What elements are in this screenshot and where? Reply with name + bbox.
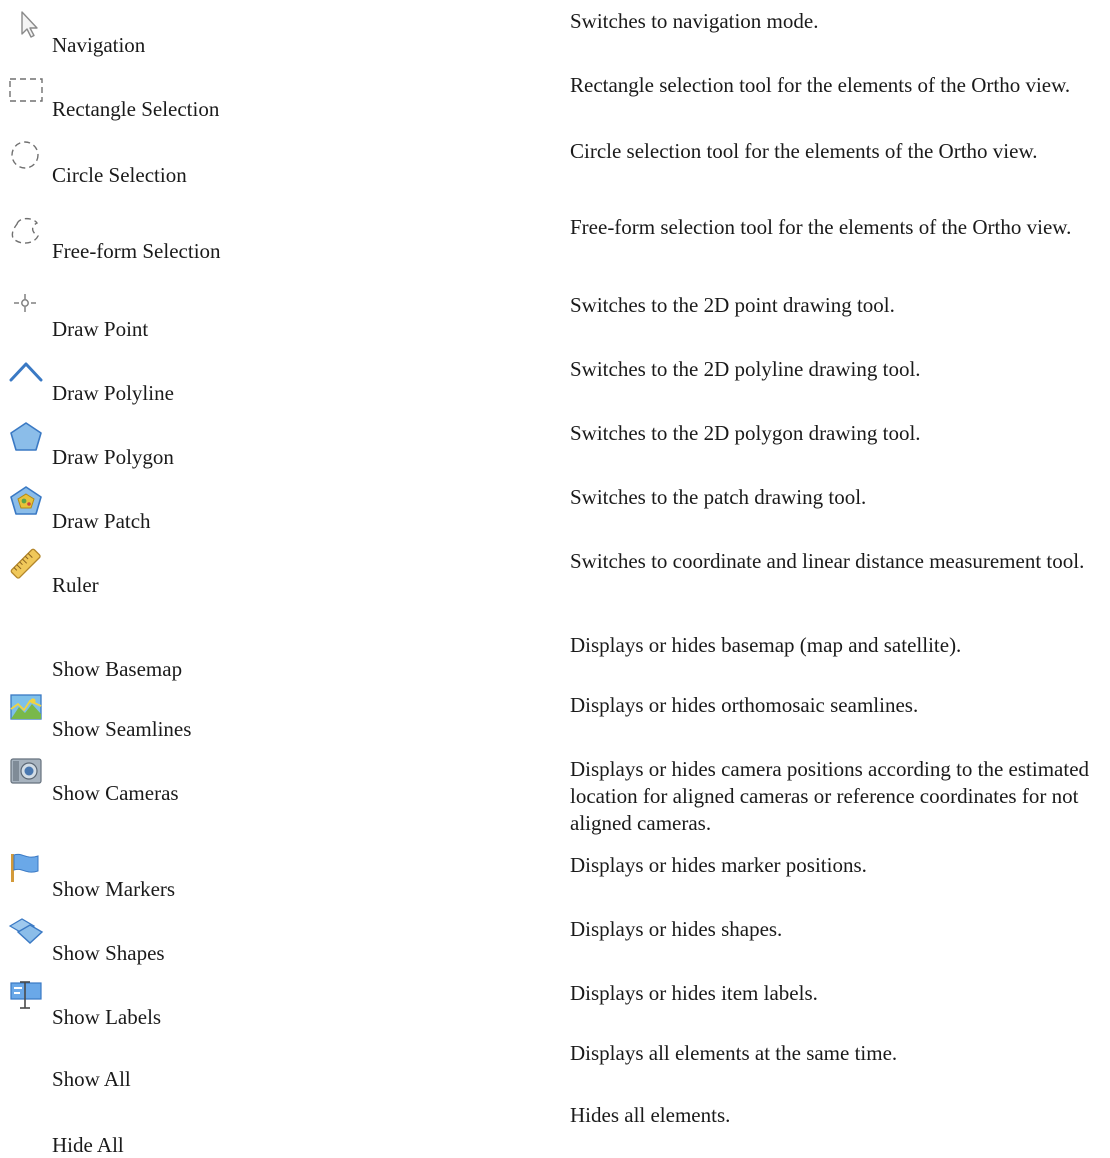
tool-label: Draw Polyline: [52, 381, 174, 405]
tool-label: Free-form Selection: [52, 239, 221, 263]
camera-icon: [8, 756, 44, 788]
tool-name-cell: Ruler: [8, 548, 548, 608]
tool-name-cell: Hide All: [8, 1044, 548, 1157]
cursor-arrow-icon: [8, 8, 44, 40]
draw-polyline-icon: [8, 356, 44, 388]
tool-description: Displays or hides shapes.: [570, 917, 783, 941]
seamlines-icon: [8, 692, 44, 724]
tool-label: Rectangle Selection: [52, 97, 220, 121]
tool-name-cell: Show Shapes: [8, 916, 548, 976]
tool-name-cell: Navigation: [8, 8, 548, 68]
tool-label: Navigation: [52, 33, 146, 57]
tool-label: Show Shapes: [52, 941, 165, 965]
tool-name-cell: Draw Patch: [8, 484, 548, 544]
tool-label: Circle Selection: [52, 163, 187, 187]
tool-description: Switches to the 2D polygon drawing tool.: [570, 421, 921, 445]
freeform-selection-icon: [8, 214, 44, 246]
tool-description: Displays all elements at the same time.: [570, 1041, 898, 1065]
tool-name-cell: Circle Selection: [8, 138, 548, 198]
draw-patch-icon: [8, 484, 44, 516]
tool-description: Free-form selection tool for the element…: [570, 215, 1072, 239]
tool-description: Switches to navigation mode.: [570, 9, 819, 33]
tool-name-cell: Rectangle Selection: [8, 72, 548, 132]
tool-description: Switches to the patch drawing tool.: [570, 485, 867, 509]
shapes-icon: [8, 916, 44, 948]
marker-flag-icon: [8, 852, 44, 884]
tool-name-cell: Draw Point: [8, 292, 548, 352]
tool-description: Hides all elements.: [570, 1103, 731, 1127]
tool-description: Displays or hides orthomosaic seamlines.: [570, 693, 919, 717]
tool-name-cell: Show Cameras: [8, 756, 548, 816]
ruler-icon: [8, 548, 44, 580]
tool-label: Draw Point: [52, 317, 149, 341]
draw-polygon-icon: [8, 420, 44, 452]
tool-label: Show Seamlines: [52, 717, 192, 741]
rectangle-selection-icon: [8, 72, 44, 104]
draw-point-icon: [8, 292, 44, 324]
tool-description: Displays or hides camera positions accor…: [570, 757, 1090, 835]
tool-description: Displays or hides marker positions.: [570, 853, 867, 877]
tool-label: Show Basemap: [52, 657, 183, 681]
tool-name-cell: Show Markers: [8, 852, 548, 912]
tool-description: Displays or hides basemap (map and satel…: [570, 633, 962, 657]
tool-label: Draw Polygon: [52, 445, 174, 469]
tool-label: Draw Patch: [52, 509, 151, 533]
tool-description: Switches to the 2D point drawing tool.: [570, 293, 895, 317]
tool-name-cell: Free-form Selection: [8, 214, 548, 274]
tool-name-cell: Show Basemap: [8, 632, 548, 692]
tool-description: Switches to coordinate and linear distan…: [570, 549, 1085, 573]
tool-description: Displays or hides item labels.: [570, 981, 818, 1005]
tool-name-cell: Draw Polygon: [8, 420, 548, 480]
tool-label: Hide All: [52, 1133, 124, 1157]
circle-selection-icon: [8, 138, 44, 170]
tool-name-cell: Draw Polyline: [8, 356, 548, 416]
labels-icon: [8, 980, 44, 1012]
tool-label: Show Cameras: [52, 781, 179, 805]
tool-description: Circle selection tool for the elements o…: [570, 139, 1038, 163]
tool-label: Show Markers: [52, 877, 176, 901]
tool-description: Rectangle selection tool for the element…: [570, 73, 1071, 97]
tool-name-cell: Show Seamlines: [8, 692, 548, 752]
tool-label: Ruler: [52, 573, 99, 597]
tool-description: Switches to the 2D polyline drawing tool…: [570, 357, 921, 381]
